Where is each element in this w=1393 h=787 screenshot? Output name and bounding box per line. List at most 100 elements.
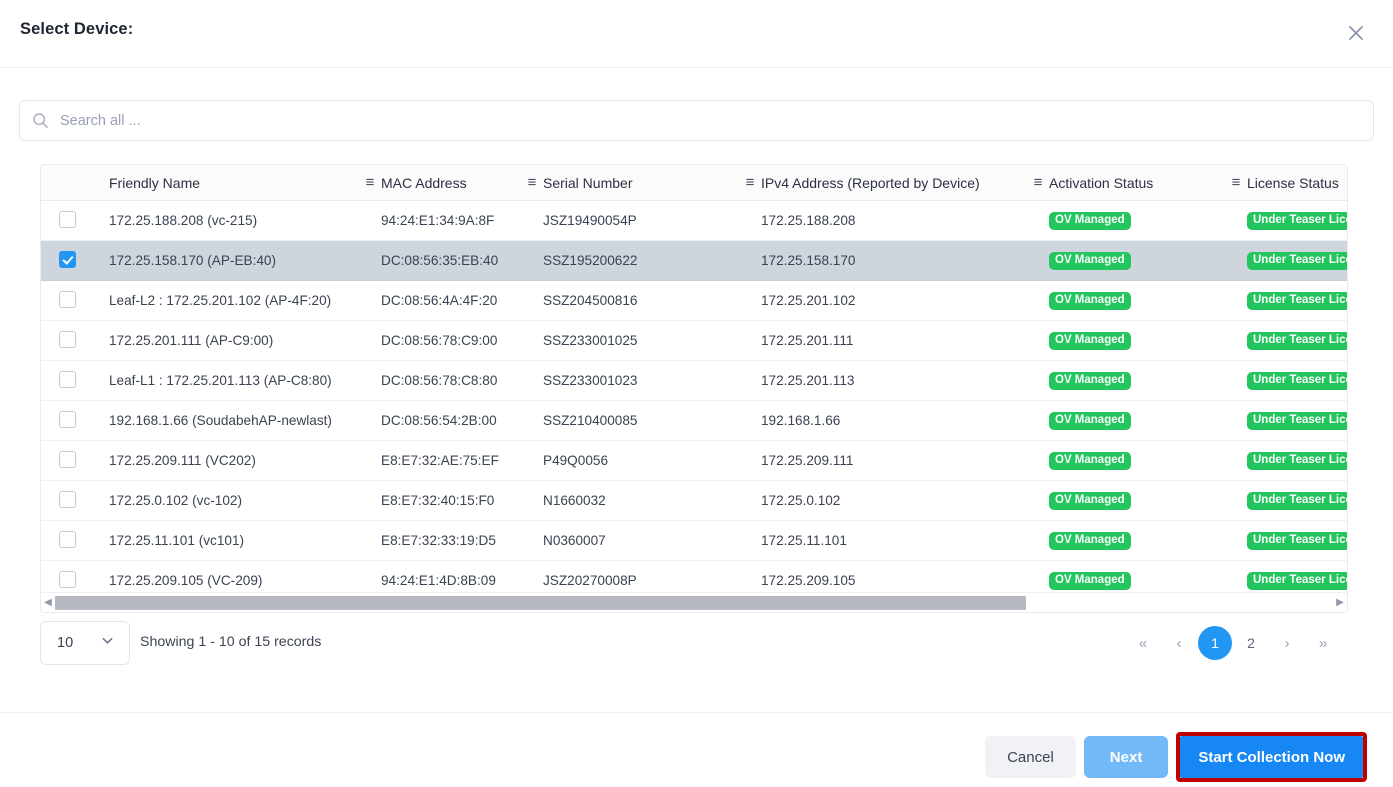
column-header-label: Activation Status (1049, 175, 1225, 191)
search-bar[interactable] (19, 100, 1374, 141)
table-row[interactable]: 192.168.1.66 (SoudabehAP-newlast)DC:08:5… (41, 401, 1347, 441)
pagination-page-1[interactable]: 1 (1198, 626, 1232, 660)
license-badge: Under Teaser License (1247, 332, 1347, 351)
pagination-next[interactable]: › (1270, 626, 1304, 660)
cell-mac-address: DC:08:56:35:EB:40 (381, 241, 543, 281)
cell-serial-number: N0360007 (543, 521, 761, 561)
row-checkbox-cell[interactable] (41, 441, 91, 481)
device-table: Friendly Name≡MAC Address≡Serial Number≡… (40, 164, 1348, 613)
next-button[interactable]: Next (1084, 736, 1169, 778)
scrollbar-track[interactable] (55, 596, 1333, 610)
table-row[interactable]: 172.25.158.170 (AP-EB:40)DC:08:56:35:EB:… (41, 241, 1347, 281)
row-checkbox-cell[interactable] (41, 561, 91, 593)
hamburger-menu-icon[interactable]: ≡ (521, 175, 543, 190)
cell-mac-address: DC:08:56:4A:4F:20 (381, 281, 543, 321)
cell-mac-address: 94:24:E1:4D:8B:09 (381, 561, 543, 593)
cell-mac-address: DC:08:56:78:C9:00 (381, 321, 543, 361)
row-checkbox-cell[interactable] (41, 321, 91, 361)
row-checkbox-cell[interactable] (41, 521, 91, 561)
cell-device-name: 172.25.0.102 (vc-102) (91, 481, 381, 521)
hamburger-menu-icon[interactable]: ≡ (1027, 175, 1049, 190)
table-row[interactable]: 172.25.209.111 (VC202)E8:E7:32:AE:75:EFP… (41, 441, 1347, 481)
pagination-last[interactable]: » (1306, 626, 1340, 660)
close-icon[interactable] (1345, 22, 1367, 44)
status-badge: OV Managed (1049, 372, 1131, 391)
column-header-label: IPv4 Address (Reported by Device) (761, 175, 1027, 191)
table-row[interactable]: 172.25.201.111 (AP-C9:00)DC:08:56:78:C9:… (41, 321, 1347, 361)
cell-license-status: Under Teaser License (1247, 521, 1347, 561)
row-checkbox-cell[interactable] (41, 401, 91, 441)
cell-device-name: 172.25.188.208 (vc-215) (91, 201, 381, 241)
cell-serial-number: SSZ210400085 (543, 401, 761, 441)
page-title: Select Device: (20, 20, 133, 39)
row-checkbox[interactable] (59, 211, 76, 228)
scroll-right-arrow[interactable]: ▶ (1333, 598, 1347, 608)
page-size-select[interactable]: 10 (40, 621, 130, 665)
status-badge: OV Managed (1049, 412, 1131, 431)
scroll-left-arrow[interactable]: ◀ (41, 598, 55, 608)
row-checkbox-cell[interactable] (41, 281, 91, 321)
cell-serial-number: JSZ20270008P (543, 561, 761, 593)
row-checkbox[interactable] (59, 451, 76, 468)
cell-license-status: Under Teaser License (1247, 441, 1347, 481)
status-badge: OV Managed (1049, 252, 1131, 271)
license-badge: Under Teaser License (1247, 492, 1347, 511)
pagination-prev[interactable]: ‹ (1162, 626, 1196, 660)
cell-ipv4-address: 172.25.209.105 (761, 561, 1049, 593)
table-row[interactable]: Leaf-L2 : 172.25.201.102 (AP-4F:20)DC:08… (41, 281, 1347, 321)
cell-mac-address: DC:08:56:78:C8:80 (381, 361, 543, 401)
column-header-serial: Serial Number≡ (543, 165, 761, 201)
cell-serial-number: SSZ204500816 (543, 281, 761, 321)
row-checkbox-cell[interactable] (41, 481, 91, 521)
pagination-page-2[interactable]: 2 (1234, 626, 1268, 660)
search-icon (32, 112, 49, 129)
column-header-mac: MAC Address≡ (381, 165, 543, 201)
cell-mac-address: DC:08:56:54:2B:00 (381, 401, 543, 441)
column-header-act: Activation Status≡ (1049, 165, 1247, 201)
table-row[interactable]: 172.25.11.101 (vc101)E8:E7:32:33:19:D5N0… (41, 521, 1347, 561)
row-checkbox[interactable] (59, 371, 76, 388)
cell-device-name: 172.25.209.105 (VC-209) (91, 561, 381, 593)
cell-serial-number: SSZ233001025 (543, 321, 761, 361)
hamburger-menu-icon[interactable]: ≡ (1225, 175, 1247, 190)
column-header-label: MAC Address (381, 175, 521, 191)
status-badge: OV Managed (1049, 212, 1131, 231)
row-checkbox[interactable] (59, 491, 76, 508)
table-row[interactable]: 172.25.0.102 (vc-102)E8:E7:32:40:15:F0N1… (41, 481, 1347, 521)
row-checkbox[interactable] (59, 331, 76, 348)
row-checkbox[interactable] (59, 531, 76, 548)
column-header-ipv4: IPv4 Address (Reported by Device)≡ (761, 165, 1049, 201)
column-header-lic: License Status (1247, 165, 1347, 201)
cell-activation-status: OV Managed (1049, 241, 1247, 281)
row-checkbox[interactable] (59, 411, 76, 428)
column-header-check (41, 165, 91, 201)
page-size-value: 10 (57, 635, 73, 651)
cell-device-name: 172.25.209.111 (VC202) (91, 441, 381, 481)
row-checkbox-cell[interactable] (41, 201, 91, 241)
row-checkbox-cell[interactable] (41, 241, 91, 281)
footer-divider (0, 712, 1393, 713)
cell-device-name: Leaf-L2 : 172.25.201.102 (AP-4F:20) (91, 281, 381, 321)
search-input[interactable] (58, 101, 1358, 140)
hamburger-menu-icon[interactable]: ≡ (359, 175, 381, 190)
hamburger-menu-icon[interactable]: ≡ (739, 175, 761, 190)
cell-mac-address: 94:24:E1:34:9A:8F (381, 201, 543, 241)
row-checkbox[interactable] (59, 571, 76, 588)
row-checkbox[interactable] (59, 291, 76, 308)
horizontal-scrollbar[interactable]: ◀ ▶ (41, 592, 1347, 612)
row-checkbox[interactable] (59, 251, 76, 268)
cell-device-name: 172.25.11.101 (vc101) (91, 521, 381, 561)
pagination-first[interactable]: « (1126, 626, 1160, 660)
table-row[interactable]: 172.25.188.208 (vc-215)94:24:E1:34:9A:8F… (41, 201, 1347, 241)
start-collection-now-button[interactable]: Start Collection Now (1180, 736, 1363, 778)
row-checkbox-cell[interactable] (41, 361, 91, 401)
cell-ipv4-address: 172.25.11.101 (761, 521, 1049, 561)
cell-mac-address: E8:E7:32:33:19:D5 (381, 521, 543, 561)
cancel-button[interactable]: Cancel (985, 736, 1076, 778)
cell-device-name: Leaf-L1 : 172.25.201.113 (AP-C8:80) (91, 361, 381, 401)
scrollbar-thumb[interactable] (55, 596, 1026, 610)
table-row[interactable]: 172.25.209.105 (VC-209)94:24:E1:4D:8B:09… (41, 561, 1347, 593)
cell-serial-number: SSZ195200622 (543, 241, 761, 281)
cell-license-status: Under Teaser License (1247, 561, 1347, 593)
table-row[interactable]: Leaf-L1 : 172.25.201.113 (AP-C8:80)DC:08… (41, 361, 1347, 401)
